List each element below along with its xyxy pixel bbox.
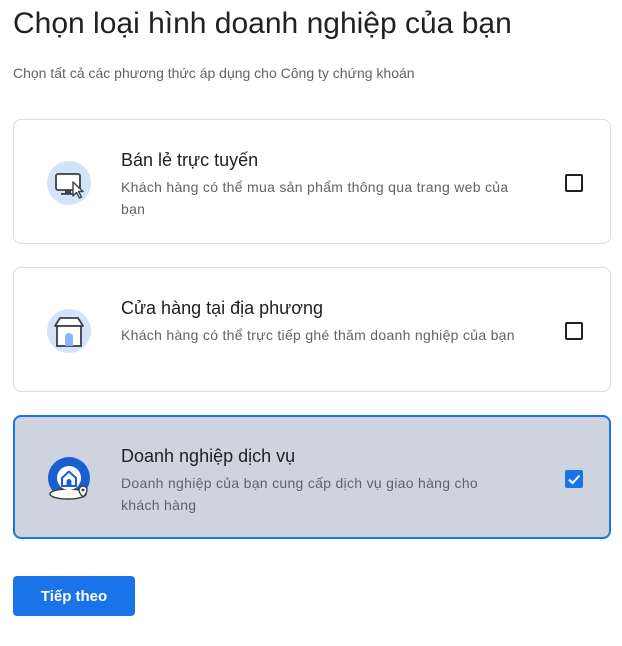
home-location-icon bbox=[46, 456, 92, 502]
option-description: Khách hàng có thể mua sản phẩm thông qua… bbox=[121, 179, 509, 217]
page-title: Chọn loại hình doanh nghiệp của bạn bbox=[13, 7, 512, 40]
option-card-service-business[interactable]: Doanh nghiệp dịch vụ Doanh nghiệp của bạ… bbox=[13, 415, 611, 539]
option-description: Doanh nghiệp của bạn cung cấp dịch vụ gi… bbox=[121, 475, 479, 513]
option-card-local-store[interactable]: Cửa hàng tại địa phương Khách hàng có th… bbox=[13, 267, 611, 392]
option-card-online-retail[interactable]: Bán lẻ trực tuyến Khách hàng có thể mua … bbox=[13, 119, 611, 244]
business-type-page: Chọn loại hình doanh nghiệp của bạn Chọn… bbox=[0, 0, 622, 646]
page-subtitle: Chọn tất cả các phương thức áp dụng cho … bbox=[13, 65, 415, 81]
option-title: Bán lẻ trực tuyến bbox=[121, 150, 259, 170]
option-checkbox-checked[interactable] bbox=[565, 470, 583, 488]
next-button[interactable]: Tiếp theo bbox=[13, 576, 135, 616]
option-title: Doanh nghiệp dịch vụ bbox=[121, 446, 296, 466]
option-title: Cửa hàng tại địa phương bbox=[121, 298, 324, 318]
computer-cursor-icon bbox=[46, 160, 92, 206]
option-checkbox[interactable] bbox=[565, 174, 583, 192]
option-checkbox[interactable] bbox=[565, 322, 583, 340]
checkmark-icon bbox=[568, 474, 581, 485]
option-description: Khách hàng có thể trực tiếp ghé thăm doa… bbox=[121, 327, 515, 343]
storefront-icon bbox=[46, 308, 92, 354]
